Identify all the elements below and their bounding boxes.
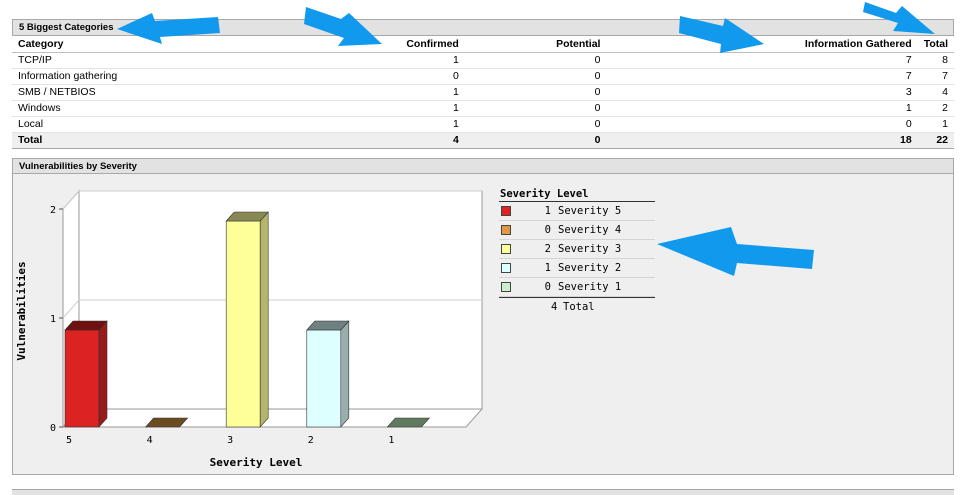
severity-bar-chart: 0 1 2 5 4 3 2 1 Vulnerabilities Severity Level bbox=[15, 189, 484, 469]
legend-label: Severity 4 bbox=[558, 224, 622, 236]
legend-label: Severity 2 bbox=[558, 262, 622, 274]
legend-item-severity-2: 1 Severity 2 bbox=[499, 259, 655, 278]
severity-panel-title: Vulnerabilities by Severity bbox=[13, 159, 953, 174]
table-row: TCP/IP 1 0 7 8 bbox=[12, 52, 954, 69]
table-row: SMB / NETBIOS 1 0 3 4 bbox=[12, 84, 954, 101]
confirmed-cell: 1 bbox=[323, 52, 465, 69]
legend-total-count: 4 bbox=[551, 301, 558, 313]
legend-total: 4 Total bbox=[499, 297, 655, 316]
severity-legend: Severity Level 1 Severity 5 0 Severity 4… bbox=[499, 187, 655, 316]
chart-y-ticks: 0 1 2 bbox=[50, 205, 63, 434]
info-gathered-cell: 3 bbox=[606, 84, 918, 101]
legend-swatch bbox=[501, 282, 511, 292]
chart-y-axis-label: Vulnerabilities bbox=[15, 261, 28, 360]
severity-panel: Vulnerabilities by Severity 0 1 2 5 4 3 2 1 Vu… bbox=[12, 158, 954, 475]
chart-x-axis-label: Severity Level bbox=[210, 456, 303, 469]
confirmed-cell: 1 bbox=[323, 84, 465, 101]
chart-x-ticks: 5 4 3 2 1 bbox=[66, 435, 394, 446]
potential-cell: 0 bbox=[464, 116, 607, 133]
total-cell: 1 bbox=[917, 116, 954, 133]
legend-label: Severity 3 bbox=[558, 243, 622, 255]
total-confirmed: 4 bbox=[323, 132, 465, 149]
chart-plot-area bbox=[61, 189, 484, 429]
category-cell: SMB / NETBIOS bbox=[12, 84, 324, 101]
table-row: Windows 1 0 1 2 bbox=[12, 100, 954, 117]
potential-cell: 0 bbox=[464, 100, 607, 117]
total-row: Total 4 0 18 22 bbox=[12, 132, 954, 149]
chart-x-tick-label: 4 bbox=[147, 435, 153, 446]
info-gathered-cell: 1 bbox=[606, 100, 918, 117]
chart-bar-front bbox=[64, 329, 100, 428]
table-row: Information gathering 0 0 7 7 bbox=[12, 68, 954, 85]
legend-title: Severity Level bbox=[499, 187, 655, 202]
chart-bar-front bbox=[306, 329, 342, 428]
total-info-gathered: 18 bbox=[606, 132, 918, 149]
legend-swatch bbox=[501, 244, 511, 254]
total-cell: 7 bbox=[917, 68, 954, 85]
legend-count: 2 bbox=[544, 243, 551, 255]
legend-swatch bbox=[501, 263, 511, 273]
chart-y-tick-label: 1 bbox=[50, 314, 56, 325]
categories-table: Category Confirmed Potential Information… bbox=[12, 37, 954, 149]
categories-panel-title: 5 Biggest Categories bbox=[12, 19, 954, 36]
col-header-information-gathered[interactable]: Information Gathered bbox=[606, 37, 918, 53]
category-cell: Local bbox=[12, 116, 324, 133]
legend-count: 1 bbox=[544, 205, 551, 217]
chart-bar-severity-5 bbox=[64, 320, 108, 428]
category-cell: TCP/IP bbox=[12, 52, 324, 69]
chart-x-tick-label: 5 bbox=[66, 435, 72, 446]
chart-x-tick-label: 2 bbox=[308, 435, 314, 446]
col-header-confirmed[interactable]: Confirmed bbox=[323, 37, 465, 53]
potential-cell: 0 bbox=[464, 52, 607, 69]
legend-count: 0 bbox=[544, 224, 551, 236]
chart-y-tick-label: 0 bbox=[50, 423, 56, 434]
legend-item-severity-5: 1 Severity 5 bbox=[499, 202, 655, 221]
total-cell: 8 bbox=[917, 52, 954, 69]
legend-item-severity-4: 0 Severity 4 bbox=[499, 221, 655, 240]
info-gathered-cell: 0 bbox=[606, 116, 918, 133]
legend-count: 0 bbox=[544, 281, 551, 293]
table-row: Local 1 0 0 1 bbox=[12, 116, 954, 133]
chart-bar-front bbox=[225, 220, 261, 428]
legend-label: Severity 1 bbox=[558, 281, 622, 293]
legend-item-severity-1: 0 Severity 1 bbox=[499, 278, 655, 297]
confirmed-cell: 0 bbox=[323, 68, 465, 85]
col-header-potential[interactable]: Potential bbox=[464, 37, 607, 53]
total-cell: 2 bbox=[917, 100, 954, 117]
confirmed-cell: 1 bbox=[323, 116, 465, 133]
total-row-label: Total bbox=[12, 132, 324, 149]
chart-bar-side bbox=[98, 320, 108, 428]
total-cell: 4 bbox=[917, 84, 954, 101]
legend-swatch bbox=[501, 225, 511, 235]
total-total: 22 bbox=[917, 132, 954, 149]
total-potential: 0 bbox=[464, 132, 607, 149]
legend-total-label: Total bbox=[563, 301, 595, 313]
legend-swatch bbox=[501, 206, 511, 216]
next-panel-edge bbox=[12, 489, 954, 495]
category-cell: Information gathering bbox=[12, 68, 324, 85]
chart-bar-side bbox=[340, 320, 350, 428]
chart-x-tick-label: 3 bbox=[227, 435, 233, 446]
info-gathered-cell: 7 bbox=[606, 68, 918, 85]
chart-y-tick-label: 2 bbox=[50, 205, 56, 216]
category-cell: Windows bbox=[12, 100, 324, 117]
legend-item-severity-3: 2 Severity 3 bbox=[499, 240, 655, 259]
chart-bar-side bbox=[259, 211, 269, 428]
col-header-category[interactable]: Category bbox=[12, 37, 324, 53]
categories-header-row: Category Confirmed Potential Information… bbox=[12, 37, 954, 53]
chart-bar-severity-3 bbox=[225, 211, 269, 428]
info-gathered-cell: 7 bbox=[606, 52, 918, 69]
chart-bar-severity-2 bbox=[306, 320, 350, 428]
chart-x-tick-label: 1 bbox=[388, 435, 394, 446]
legend-label: Severity 5 bbox=[558, 205, 622, 217]
col-header-total[interactable]: Total bbox=[917, 37, 954, 53]
potential-cell: 0 bbox=[464, 68, 607, 85]
potential-cell: 0 bbox=[464, 84, 607, 101]
confirmed-cell: 1 bbox=[323, 100, 465, 117]
legend-count: 1 bbox=[544, 262, 551, 274]
